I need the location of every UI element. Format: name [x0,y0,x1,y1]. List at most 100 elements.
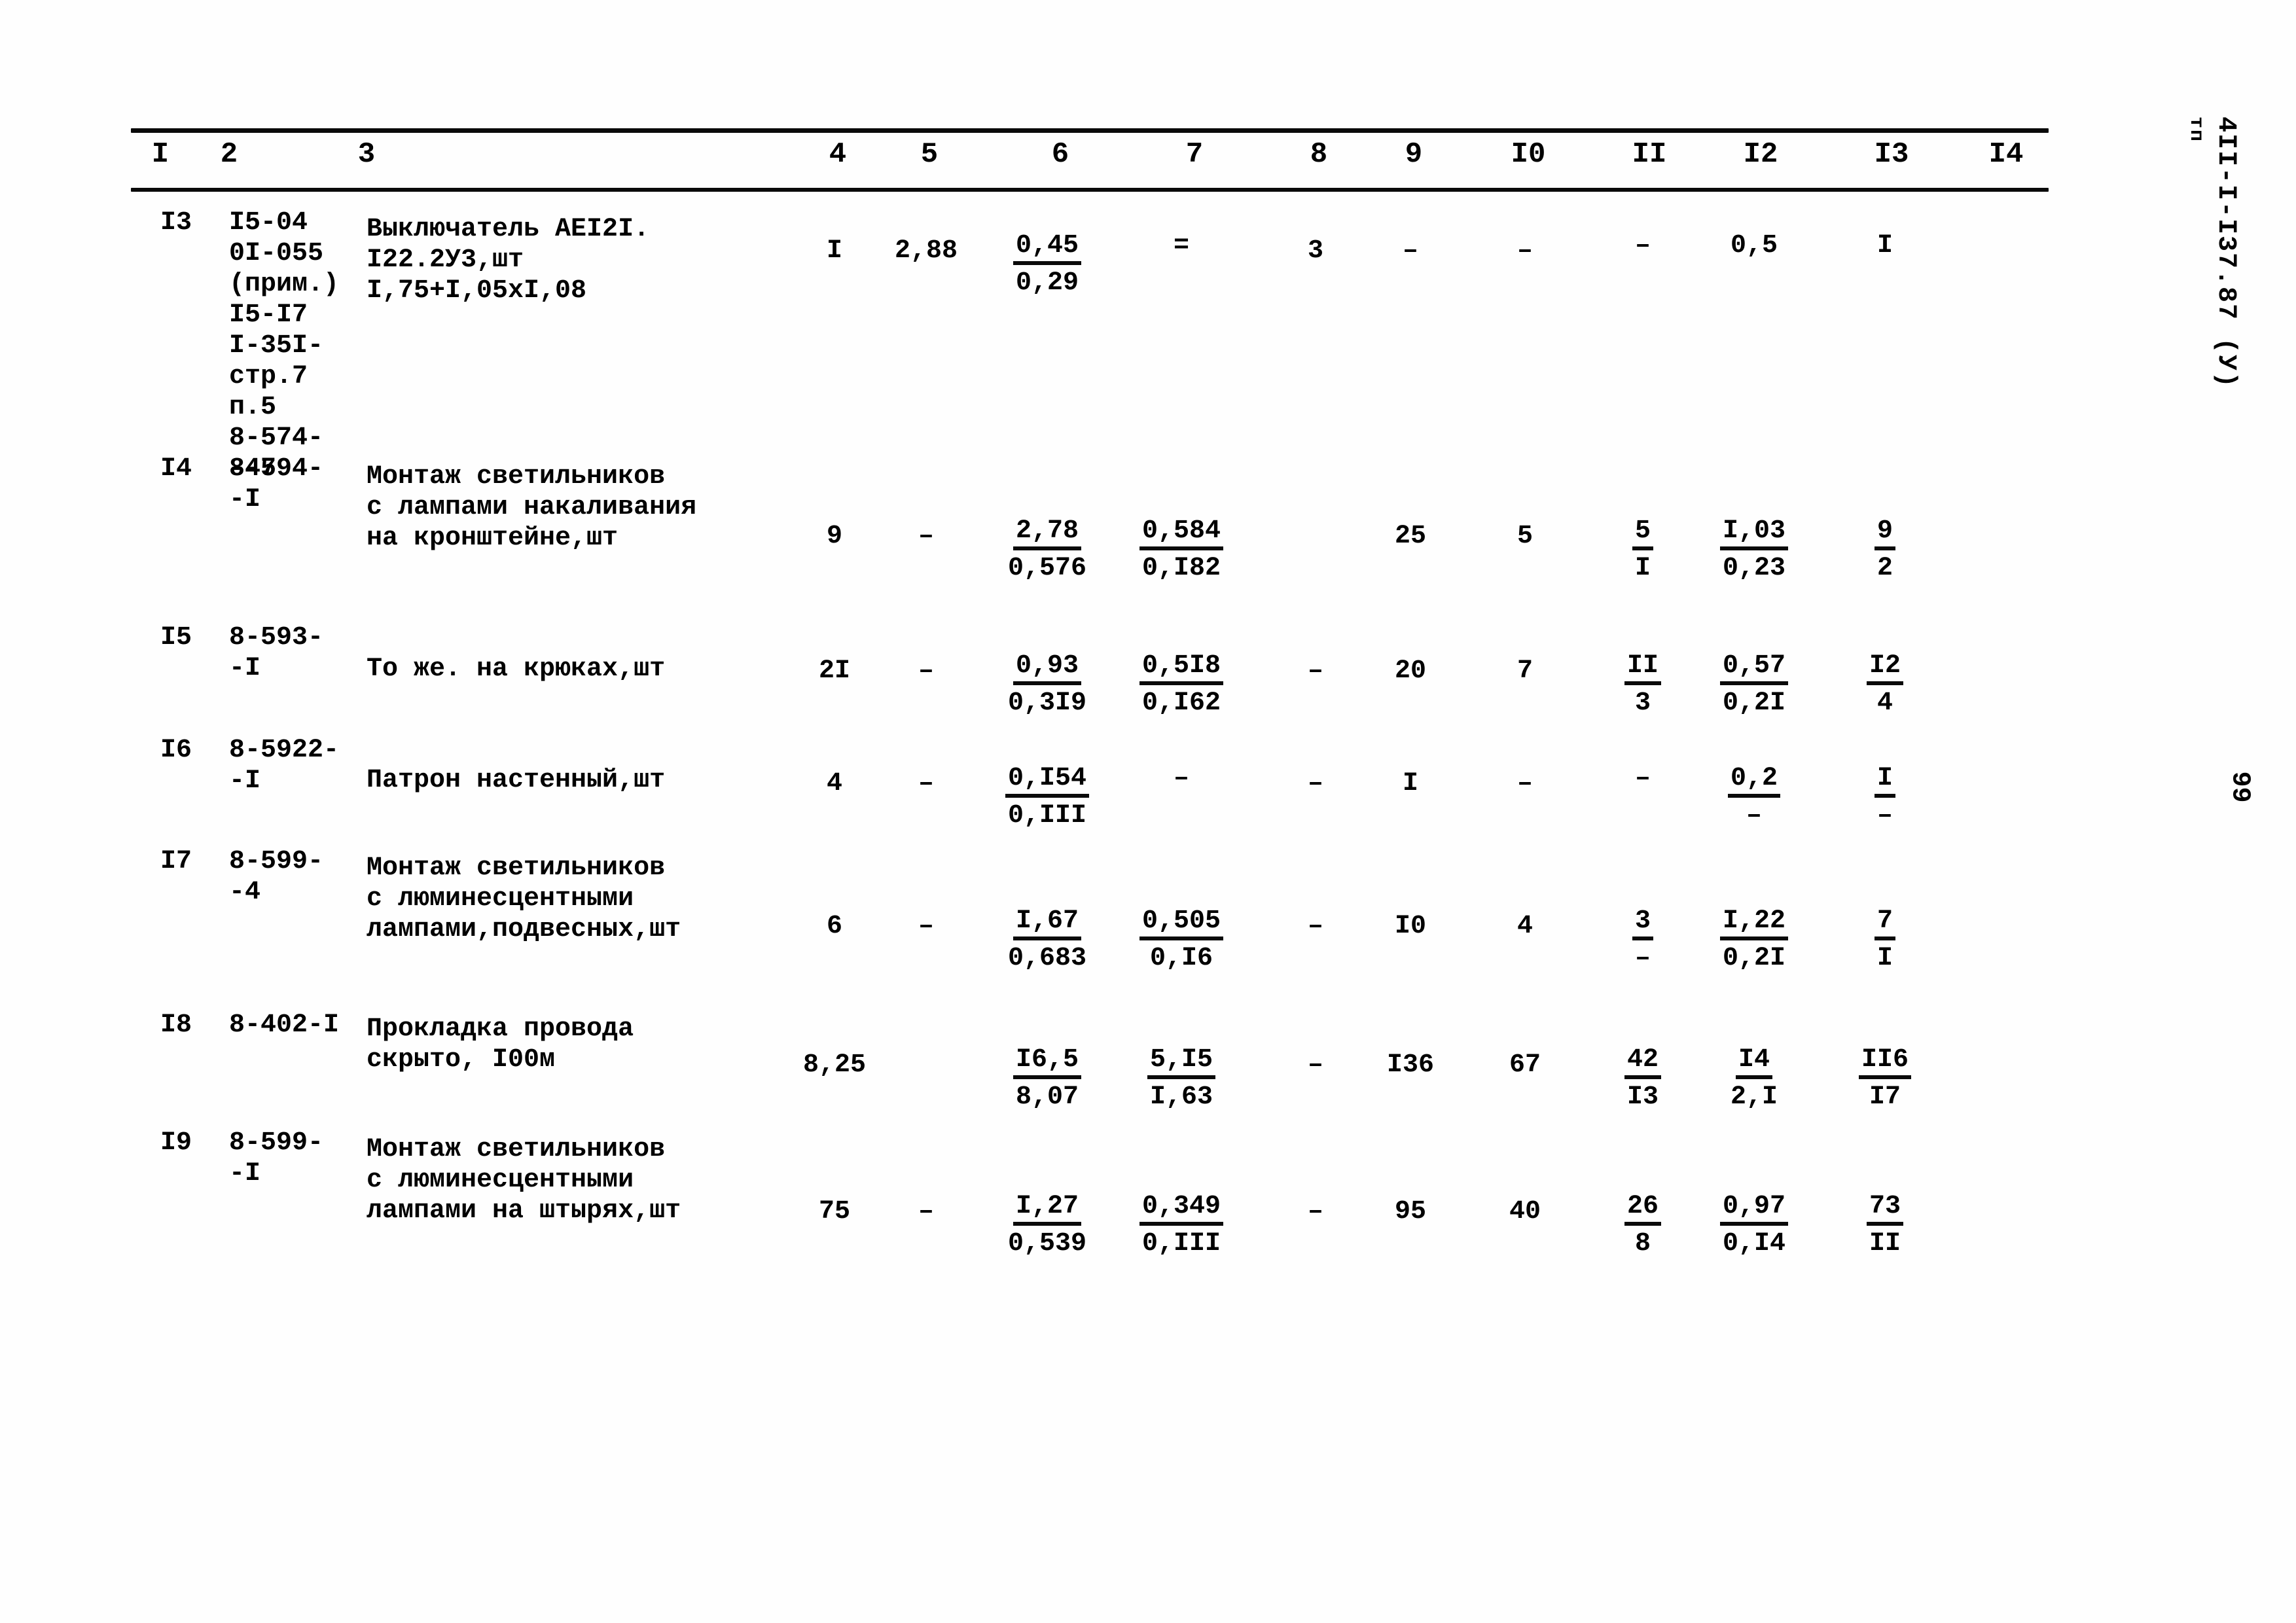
row-index: I3 [160,208,192,238]
column-header-4: 4 [829,138,847,171]
cell-col12: I,03 0,23 [1705,518,1803,583]
cell-col6: I6,5 8,07 [995,1046,1100,1112]
row-index: I8 [160,1010,192,1040]
cell-col9: 95 [1394,1197,1426,1226]
row-norm-code: 8-593- -I [229,623,324,683]
cell-col10: 5 [1516,522,1533,551]
cell-col8: 3 [1307,236,1323,266]
cell-col11: 3– [1604,908,1682,973]
cell-col9: I0 [1394,912,1426,941]
cell-col7: 0,5I8 0,I62 [1122,652,1240,718]
cell-col5: – [918,522,934,551]
cell-col12: I,22 0,2I [1705,908,1803,973]
column-header-7: 7 [1185,138,1204,171]
row-description: Прокладка провода скрыто, I00м [367,1014,634,1075]
cell-col7: – [1173,764,1189,793]
cell-col13: 92 [1839,518,1931,583]
column-header-8: 8 [1310,138,1328,171]
cell-col5: – [918,1197,934,1226]
row-index: I7 [160,847,192,876]
row-index: I4 [160,454,192,484]
cell-col13: 73 II [1839,1193,1931,1258]
cell-col6: 0,I54 0,III [995,765,1100,830]
row-index: I6 [160,736,192,765]
column-header-5: 5 [920,138,939,171]
vertical-stamp: тп 4II-I-I37.87 (У) [2181,111,2259,1027]
column-header-11: II [1632,138,1667,171]
cell-col4: 75 [818,1197,850,1226]
cell-col10: – [1516,236,1533,266]
cell-col9: 20 [1394,656,1426,686]
cell-col8: – [1307,1050,1323,1080]
cell-col6: I,27 0,539 [1007,1192,1087,1258]
cell-col7: 0,505 0,I6 [1122,908,1240,973]
cell-col4: 8,25 [802,1050,866,1080]
cell-col10: 7 [1516,656,1533,686]
row-norm-code: I5-04 0I-055 (прим.) I5-I7 I-35I- стр.7 … [229,208,340,484]
column-header-2: 2 [220,138,238,171]
cell-col4: 9 [826,522,842,551]
row-description: Монтаж светильников с лампами накаливани… [367,462,697,553]
cell-col4: 2I [818,656,850,686]
cell-col8: – [1307,912,1323,941]
stamp-code: 4II-I-I37.87 (У) [2211,116,2240,389]
cell-col11: 5I [1604,518,1682,583]
cell-col5: – [918,769,934,798]
cell-col8: – [1307,1197,1323,1226]
page-number: 99 [2225,771,2255,803]
row-description: Патрон настенный,шт [367,766,666,795]
cell-col10: 40 [1509,1197,1541,1226]
cell-col7: 0,349 0,III [1122,1193,1240,1258]
cell-col12: 0,97 0,I4 [1705,1193,1803,1258]
cell-col5: – [918,912,934,941]
table-body: I3 I5-04 0I-055 (прим.) I5-I7 I-35I- стр.… [131,192,2049,1258]
row-norm-code: 8-594- -I [229,454,324,514]
cell-col7: = [1173,231,1189,260]
cell-col9: 25 [1394,522,1426,551]
cell-col11: II 3 [1604,652,1682,718]
cell-col8: – [1307,769,1323,798]
cell-col13: II6 I7 [1839,1046,1931,1112]
cell-col11: – [1634,764,1651,793]
cell-col12: 0,57 0,2I [1705,652,1803,718]
row-norm-code: 8-599- -4 [229,847,324,907]
row-description: То же. на крюках,шт [367,654,666,684]
row-description: Монтаж светильников с люминесцентными ла… [367,853,681,944]
column-header-10: I0 [1511,138,1546,171]
cell-col12: 0,5 [1730,231,1778,260]
table-column-header-row: I 2 3 4 5 6 7 8 9 I0 II I2 I3 I4 [131,133,2049,188]
column-header-12: I2 [1743,138,1778,171]
column-header-14: I4 [1988,138,2024,171]
cell-col13: I2 4 [1839,652,1931,718]
document-page: тп 4II-I-I37.87 (У) 99 I 2 3 4 5 6 7 8 9 I0 II I2 I3… [0,0,2296,1623]
column-header-1: I [151,138,170,171]
column-header-6: 6 [1051,138,1069,171]
cell-col13: 7I [1839,908,1931,973]
cell-col6: 0,93 0,3I9 [1007,651,1087,718]
cell-col10: 67 [1509,1050,1541,1080]
cell-col10: 4 [1516,912,1533,941]
cell-col11: 26 8 [1604,1193,1682,1258]
cell-col13: I [1876,231,1893,260]
cell-col9: I36 [1386,1050,1434,1080]
column-header-3: 3 [357,138,376,171]
cell-col4: 6 [826,912,842,941]
row-description: Выключатель АЕI2I. I22.2У3,шт I,75+I,05x… [367,215,650,306]
cell-col5: – [918,656,934,686]
column-header-13: I3 [1874,138,1909,171]
cell-col5: 2,88 [894,236,958,266]
cell-col6: 0,45 0,29 [995,232,1100,298]
row-index: I9 [160,1128,192,1158]
cell-col4: I [826,236,842,266]
row-index: I5 [160,623,192,652]
cell-col4: 4 [826,769,842,798]
cell-col10: – [1516,769,1533,798]
row-description: Монтаж светильников с люминесцентными ла… [367,1135,681,1226]
cell-col11: – [1634,231,1651,260]
row-norm-code: 8-5922- -I [229,736,340,796]
cell-col7: 0,584 0,I82 [1122,518,1240,583]
cell-col7: 5,I5 I,63 [1122,1046,1240,1112]
cell-col11: 42 I3 [1604,1046,1682,1112]
cell-col6: I,67 0,683 [1007,906,1087,973]
stamp-prefix: тп [2185,116,2207,143]
